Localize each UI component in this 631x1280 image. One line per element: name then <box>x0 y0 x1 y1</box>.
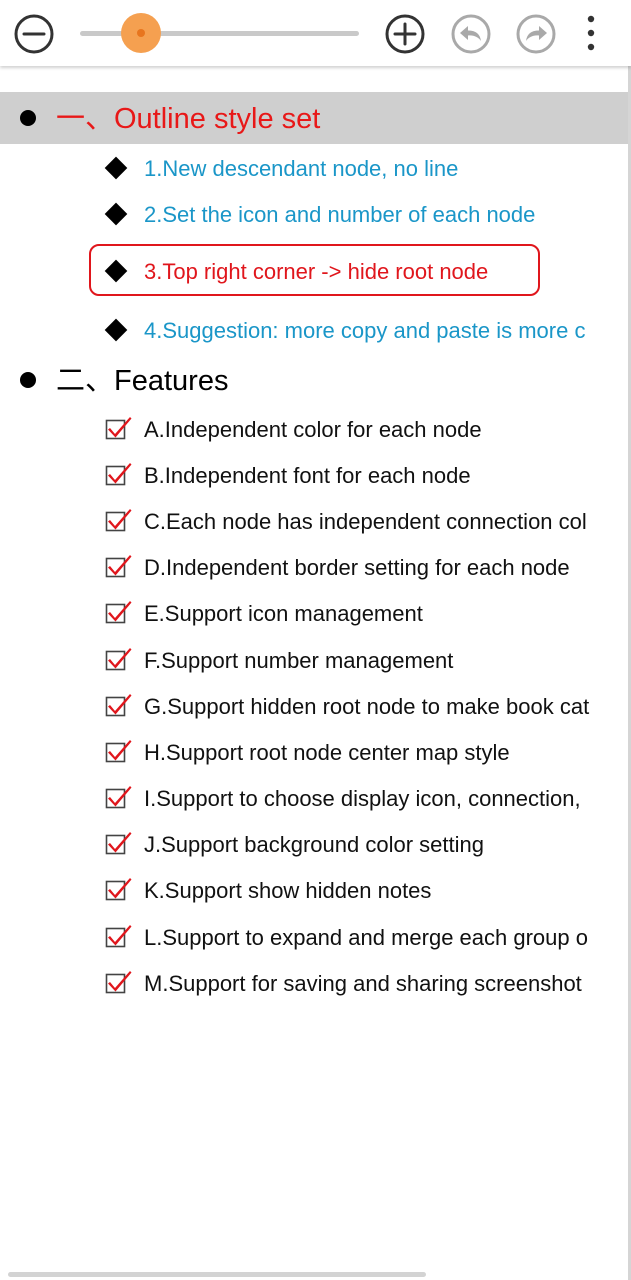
checkbox-checked-icon <box>105 738 133 764</box>
node-label: K.Support show hidden notes <box>144 878 432 903</box>
diamond-icon <box>104 318 128 342</box>
outline-node[interactable]: L.Support to expand and merge each group… <box>0 917 631 957</box>
node-label: L.Support to expand and merge each group… <box>144 925 588 950</box>
checkbox-checked-icon <box>105 646 133 672</box>
outline-node[interactable]: J.Support background color setting <box>0 824 631 864</box>
checkbox-checked-icon <box>105 876 133 902</box>
node-label: F.Support number management <box>144 648 454 673</box>
more-vertical-icon <box>587 15 595 51</box>
checkbox-checked-icon <box>105 830 133 856</box>
node-label: 3.Top right corner -> hide root node <box>144 259 489 284</box>
outline-node[interactable]: B.Independent font for each node <box>0 455 631 495</box>
more-options-button[interactable] <box>570 13 612 55</box>
checkbox-checked-icon <box>105 461 133 487</box>
horizontal-scrollbar[interactable] <box>8 1272 426 1277</box>
zoom-slider-thumb[interactable] <box>121 13 162 53</box>
node-label: E.Support icon management <box>144 601 423 626</box>
node-label: M.Support for saving and sharing screens… <box>144 971 582 996</box>
diamond-icon <box>104 156 128 180</box>
node-label: 1.New descendant node, no line <box>144 156 459 181</box>
toolbar <box>0 0 631 66</box>
node-label: 2.Set the icon and number of each node <box>144 202 536 227</box>
redo-arrow-icon <box>516 14 556 54</box>
node-label: C.Each node has independent connection c… <box>144 509 587 534</box>
outline-section[interactable]: 一、Outline style set <box>0 92 631 144</box>
outline-node[interactable]: K.Support show hidden notes <box>0 870 631 910</box>
bullet-dot-icon <box>20 372 36 388</box>
zoom-in-button[interactable] <box>384 13 426 55</box>
outline-node[interactable]: 3.Top right corner -> hide root node <box>0 251 631 291</box>
outline-node[interactable]: G.Support hidden root node to make book … <box>0 686 631 726</box>
checkbox-checked-icon <box>105 507 133 533</box>
node-label: A.Independent color for each node <box>144 417 482 442</box>
node-label: I.Support to choose display icon, connec… <box>144 786 581 811</box>
node-label: G.Support hidden root node to make book … <box>144 694 590 719</box>
node-label: H.Support root node center map style <box>144 740 510 765</box>
checkbox-checked-icon <box>105 692 133 718</box>
checkbox-checked-icon <box>105 969 133 995</box>
outline-node[interactable]: 1.New descendant node, no line <box>0 148 631 188</box>
outline-node[interactable]: D.Independent border setting for each no… <box>0 547 631 587</box>
section-title: 二、Features <box>56 365 229 397</box>
zoom-out-button[interactable] <box>13 13 55 55</box>
section-title: 一、Outline style set <box>56 103 321 135</box>
zoom-slider[interactable] <box>80 13 359 53</box>
outline-node[interactable]: A.Independent color for each node <box>0 409 631 449</box>
node-label: D.Independent border setting for each no… <box>144 555 570 580</box>
outline-node[interactable]: E.Support icon management <box>0 593 631 633</box>
undo-arrow-icon <box>451 14 491 54</box>
outline-node[interactable]: M.Support for saving and sharing screens… <box>0 963 631 1003</box>
outline-section[interactable]: 二、Features <box>0 354 631 406</box>
redo-button[interactable] <box>515 13 557 55</box>
outline-node[interactable]: I.Support to choose display icon, connec… <box>0 778 631 818</box>
checkbox-checked-icon <box>105 553 133 579</box>
node-label: B.Independent font for each node <box>144 463 471 488</box>
undo-button[interactable] <box>450 13 492 55</box>
outline-node[interactable]: 4.Suggestion: more copy and paste is mor… <box>0 310 631 350</box>
diamond-icon <box>104 202 128 226</box>
outline-node[interactable]: C.Each node has independent connection c… <box>0 501 631 541</box>
diamond-icon <box>104 259 128 283</box>
outline-node[interactable]: F.Support number management <box>0 640 631 680</box>
outline-node[interactable]: H.Support root node center map style <box>0 732 631 772</box>
checkbox-checked-icon <box>105 599 133 625</box>
plus-circle-icon <box>385 14 425 54</box>
checkbox-checked-icon <box>105 415 133 441</box>
checkbox-checked-icon <box>105 923 133 949</box>
outline-canvas[interactable]: 一、Outline style set 1.New descendant node… <box>0 66 631 1266</box>
node-label: 4.Suggestion: more copy and paste is mor… <box>144 318 586 343</box>
checkbox-checked-icon <box>105 784 133 810</box>
minus-circle-icon <box>14 14 54 54</box>
bullet-dot-icon <box>20 110 36 126</box>
outline-node[interactable]: 2.Set the icon and number of each node <box>0 194 631 234</box>
node-label: J.Support background color setting <box>144 832 484 857</box>
